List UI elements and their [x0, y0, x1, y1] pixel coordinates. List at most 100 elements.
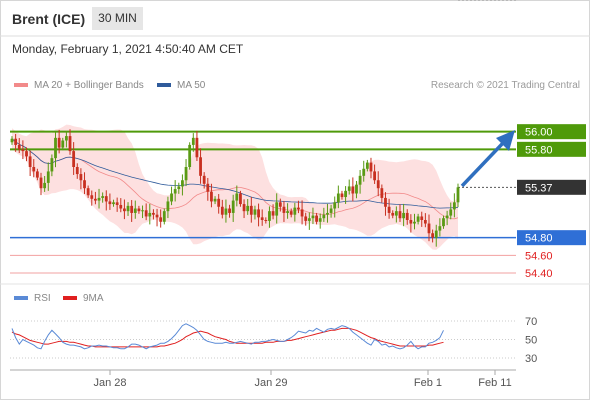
candle-body [300, 209, 304, 217]
candle-body [144, 210, 148, 217]
candle-body [445, 215, 449, 219]
candle-body [104, 196, 108, 202]
candle-body [177, 186, 181, 190]
candle-body [64, 136, 68, 141]
candle-body [318, 218, 322, 222]
bollinger-band [12, 124, 458, 250]
candle-body [384, 197, 387, 207]
candle-body [14, 138, 18, 145]
candle-body [137, 208, 141, 212]
candle-body [275, 202, 279, 216]
level-label: 56.00 [525, 127, 553, 139]
candle-body [423, 220, 427, 224]
candle-body [159, 217, 163, 222]
candle-body [184, 167, 188, 181]
candle-body [235, 193, 239, 201]
candle-body [315, 215, 318, 222]
candle-body [289, 211, 293, 215]
rsi-ma9-line [11, 327, 444, 348]
candle-body [242, 204, 246, 212]
candle-body [68, 136, 72, 152]
candle-body [213, 198, 217, 202]
candle-body [108, 201, 112, 205]
candle-body [25, 151, 28, 157]
candle-body [130, 205, 134, 213]
candle-body [86, 188, 90, 196]
level-label: 54.80 [525, 233, 553, 245]
candle-body [35, 171, 39, 178]
candle-body [365, 162, 369, 169]
candle-body [202, 175, 206, 184]
candle-body [162, 211, 166, 222]
candle-body [93, 198, 97, 201]
rsi-level-label: 50 [525, 335, 537, 347]
candle-body [387, 206, 391, 213]
candle-body [123, 208, 126, 212]
candle-body [191, 137, 195, 145]
candle-body [210, 191, 213, 202]
candle-body [46, 171, 50, 183]
candle-body [304, 216, 308, 221]
candle-body [155, 214, 159, 218]
candle-body [434, 230, 438, 238]
candle-body [438, 226, 442, 231]
candle-body [293, 207, 297, 215]
candle-body [278, 202, 282, 207]
candle-body [39, 177, 43, 189]
candle-body [402, 212, 406, 219]
candle-body [322, 214, 326, 219]
candle-body [311, 215, 315, 219]
candle-body [166, 201, 170, 212]
candle-body [398, 211, 402, 219]
candle-body [43, 182, 47, 189]
candle-body [391, 212, 395, 216]
candle-body [394, 211, 398, 216]
candle-body [217, 198, 221, 207]
x-tick-label: Jan 29 [254, 377, 287, 389]
candle-body [260, 217, 264, 220]
candle-body [50, 158, 54, 172]
candle-body [228, 208, 231, 213]
candle-body [431, 233, 435, 238]
candle-body [119, 204, 123, 209]
candle-body [90, 195, 94, 199]
candle-body [101, 196, 105, 198]
candle-body [28, 156, 32, 167]
candle-body [347, 186, 351, 191]
candle-body [380, 188, 384, 198]
candle-body [231, 200, 235, 213]
candle-body [369, 162, 373, 172]
x-tick-label: Feb 1 [414, 377, 442, 389]
candle-body [206, 183, 210, 192]
candle-body [297, 207, 300, 210]
candle-body [264, 220, 268, 221]
candle-body [413, 221, 416, 224]
candle-body [416, 216, 420, 222]
candle-body [57, 137, 61, 148]
candle-body [126, 205, 130, 212]
candle-body [152, 212, 155, 215]
candle-body [239, 193, 242, 205]
candle-body [452, 202, 456, 210]
level-label: 55.37 [525, 182, 553, 194]
candle-body [170, 193, 173, 202]
candle-body [373, 171, 377, 181]
level-label: 55.80 [525, 144, 553, 156]
candle-body [336, 193, 340, 203]
candle-body [72, 151, 76, 167]
candle-body [376, 180, 380, 189]
candle-body [173, 189, 177, 194]
candle-body [307, 218, 311, 221]
candle-body [333, 202, 337, 209]
candle-body [271, 211, 275, 216]
price-chart[interactable]: 56.00 55.80 55.37 54.80 54.60 54.40 70 50 30 Ja… [0, 0, 590, 400]
candle-body [340, 193, 344, 198]
candle-body [286, 211, 289, 213]
candle-body [148, 212, 152, 217]
candle-body [17, 144, 21, 150]
candle-body [141, 210, 144, 212]
candle-body [351, 186, 355, 194]
rsi-level-label: 70 [525, 316, 537, 328]
candle-body [97, 197, 101, 201]
rsi-level-label: 30 [525, 353, 537, 365]
